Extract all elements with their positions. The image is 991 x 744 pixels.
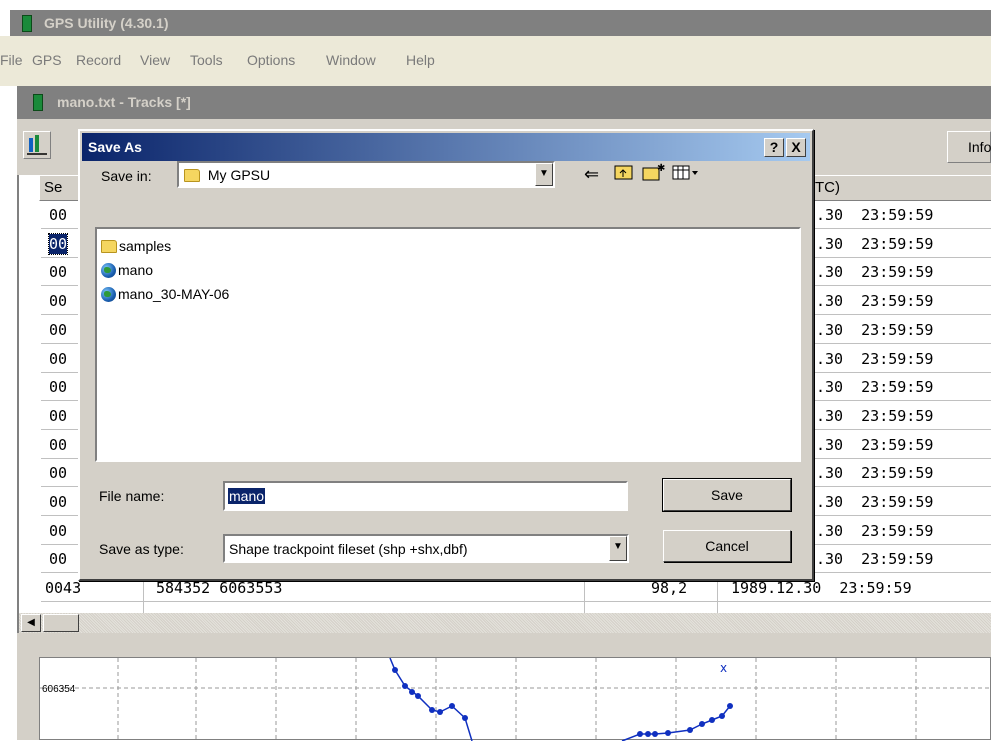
row-time-cell: .30 23:59:59: [816, 521, 934, 540]
file-name-input[interactable]: mano: [223, 481, 628, 511]
save-as-dialog: Save As ? X Save in: My GPSU ▼ ⇐ ✱ sampl…: [78, 129, 814, 581]
file-item-mano-30-may-06[interactable]: mano_30-MAY-06: [101, 285, 229, 303]
help-button[interactable]: ?: [764, 138, 784, 157]
column-header-time[interactable]: TC): [814, 175, 991, 201]
save-as-type-label: Save as type:: [99, 541, 184, 557]
row-time-cell: .30 23:59:59: [816, 435, 934, 454]
row-time-cell: .30 23:59:59: [816, 320, 934, 339]
folder-icon: [101, 240, 117, 253]
menu-file[interactable]: File: [0, 52, 23, 68]
file-list[interactable]: samples mano mano_30-MAY-06: [95, 227, 801, 462]
row-time-cell: .30 23:59:59: [816, 406, 934, 425]
row-seg-cell: 00: [49, 550, 68, 569]
gps-doc-icon: [33, 94, 43, 111]
svg-text:✱: ✱: [657, 163, 665, 174]
scroll-thumb[interactable]: [43, 614, 79, 632]
cancel-button[interactable]: Cancel: [663, 530, 791, 562]
row-seg-cell: 00: [49, 521, 68, 540]
track-plot[interactable]: 606354 x: [39, 657, 991, 742]
row-seg-cell: 00: [49, 435, 68, 454]
track-tool-button[interactable]: [23, 131, 51, 159]
track-plot-panel: 606354 x: [17, 633, 991, 742]
save-as-type-value: Shape trackpoint fileset (shp +shx,dbf): [229, 541, 468, 557]
app-title: GPS Utility (4.30.1): [44, 15, 169, 31]
file-item-samples[interactable]: samples: [101, 237, 171, 255]
chevron-down-icon[interactable]: ▼: [609, 536, 627, 561]
row-time-cell: .30 23:59:59: [816, 234, 934, 253]
row-seg-cell: 00: [49, 378, 68, 397]
row-time-cell: .30 23:59:59: [816, 292, 934, 311]
row-time-cell: .30 23:59:59: [816, 263, 934, 282]
tracks-window-title: mano.txt - Tracks [*]: [57, 94, 191, 110]
menu-view[interactable]: View: [140, 52, 170, 68]
row-time-cell: .30 23:59:59: [816, 550, 934, 569]
scroll-left-arrow-icon[interactable]: ◀: [21, 614, 41, 632]
plot-y-tick: 606354: [42, 684, 76, 695]
chevron-down-icon[interactable]: ▼: [535, 163, 553, 186]
row-seg-cell: 00: [49, 206, 68, 224]
track-plot-svg: 606354 x: [40, 657, 990, 742]
back-arrow-icon[interactable]: ⇐: [584, 164, 599, 185]
save-in-dropdown[interactable]: My GPSU ▼: [177, 161, 555, 188]
row-seg-cell: 00: [49, 406, 68, 425]
close-button[interactable]: X: [786, 138, 806, 157]
file-name-value: mano: [228, 488, 266, 504]
row-seg-cell: 00: [49, 292, 68, 311]
info-button[interactable]: Info: [947, 131, 991, 163]
row-time-cell: .30 23:59:59: [816, 464, 934, 483]
row-seg-cell: 00: [49, 493, 68, 511]
view-menu-icon[interactable]: [672, 164, 700, 187]
gps-app-icon: [22, 15, 32, 32]
up-folder-icon[interactable]: [614, 163, 634, 186]
menu-record[interactable]: Record: [76, 52, 121, 68]
globe-icon: [101, 287, 116, 302]
folder-icon: [184, 169, 200, 182]
track-chart-icon: [27, 135, 47, 155]
row-seg-cell: 00: [49, 464, 68, 483]
save-as-type-dropdown[interactable]: Shape trackpoint fileset (shp +shx,dbf) …: [223, 534, 629, 563]
row-time-cell: .30 23:59:59: [816, 349, 934, 368]
menu-gps[interactable]: GPS: [32, 52, 62, 68]
menu-help[interactable]: Help: [406, 52, 435, 68]
file-item-mano[interactable]: mano: [101, 261, 153, 279]
file-name-label: File name:: [99, 488, 165, 504]
row-time-cell: .30 23:59:59: [816, 378, 934, 397]
tracks-window-title-bar: mano.txt - Tracks [*]: [17, 86, 991, 119]
menu-options[interactable]: Options: [247, 52, 295, 68]
row-seg-cell: 00: [49, 263, 68, 282]
grid-horizontal-scrollbar[interactable]: ◀: [17, 613, 991, 633]
dialog-title-bar: Save As ? X: [82, 133, 810, 161]
dialog-title: Save As: [88, 139, 142, 155]
row-time-cell: .30 23:59:59: [816, 493, 934, 511]
row-seg-cell: 00: [49, 320, 68, 339]
app-title-bar: GPS Utility (4.30.1): [10, 10, 991, 36]
svg-text:x: x: [720, 661, 727, 675]
menu-bar: File GPS Record View Tools Options Windo…: [0, 36, 991, 86]
menu-tools[interactable]: Tools: [190, 52, 223, 68]
new-folder-icon[interactable]: ✱: [642, 162, 666, 187]
row-seg-cell: 0043: [45, 579, 82, 598]
row-time-cell: .30 23:59:59: [816, 206, 934, 224]
save-in-value: My GPSU: [207, 167, 271, 183]
menu-window[interactable]: Window: [326, 52, 376, 68]
row-seg-cell: 00: [49, 349, 68, 368]
save-in-label: Save in:: [101, 168, 152, 184]
globe-icon: [101, 263, 116, 278]
row-seg-cell: 00: [47, 232, 69, 255]
save-button[interactable]: Save: [662, 478, 792, 512]
